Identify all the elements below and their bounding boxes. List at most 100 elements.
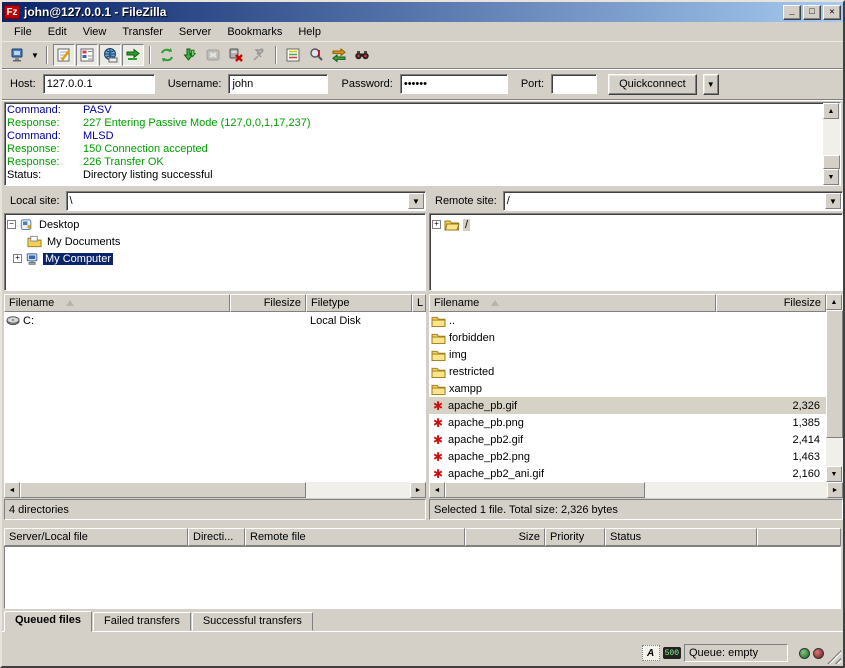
column-header-direction[interactable]: Directi...	[188, 528, 245, 546]
log-vertical-scrollbar[interactable]: ▲ ▼	[823, 103, 840, 185]
column-header-server-local-file[interactable]: Server/Local file	[4, 528, 188, 546]
menu-help[interactable]: Help	[290, 24, 329, 40]
scrollbar-track[interactable]	[306, 482, 410, 498]
remote-file-row[interactable]: xampp	[429, 380, 826, 397]
image-file-icon: ✱	[431, 451, 445, 463]
password-input[interactable]	[400, 74, 508, 94]
remote-file-row[interactable]: ✱apache_pb2_ani.gif2,160	[429, 465, 826, 482]
scroll-down-icon[interactable]: ▼	[826, 466, 842, 482]
refresh-button[interactable]	[156, 44, 178, 66]
menu-bookmarks[interactable]: Bookmarks	[219, 24, 290, 40]
menu-transfer[interactable]: Transfer	[114, 24, 171, 40]
expand-icon[interactable]: +	[432, 220, 441, 229]
remote-file-row[interactable]: ..	[429, 312, 826, 329]
column-header-filetype[interactable]: Filetype	[306, 294, 412, 312]
scrollbar-thumb[interactable]	[445, 482, 645, 498]
reconnect-button[interactable]	[248, 44, 270, 66]
port-input[interactable]	[551, 74, 597, 94]
host-input[interactable]	[43, 74, 155, 94]
scroll-right-icon[interactable]: ►	[827, 482, 843, 498]
column-header-priority[interactable]: Priority	[545, 528, 605, 546]
disconnect-icon	[228, 47, 244, 63]
local-horizontal-scrollbar[interactable]: ◄ ►	[4, 482, 426, 498]
process-queue-button[interactable]	[179, 44, 201, 66]
menu-file[interactable]: File	[6, 24, 40, 40]
expand-icon[interactable]: +	[13, 254, 22, 263]
synchronized-browsing-button[interactable]	[328, 44, 350, 66]
local-file-row[interactable]: C: Local Disk	[4, 312, 426, 329]
menu-edit[interactable]: Edit	[40, 24, 75, 40]
speed-limit-indicator-icon[interactable]: 500	[663, 647, 681, 659]
disconnect-button[interactable]	[225, 44, 247, 66]
maximize-button[interactable]: □	[803, 5, 821, 20]
scrollbar-thumb[interactable]	[826, 310, 843, 438]
remote-file-row[interactable]: ✱apache_pb2.png1,463	[429, 448, 826, 465]
remote-site-label: Remote site:	[429, 190, 503, 212]
scroll-up-icon[interactable]: ▲	[826, 294, 842, 310]
tree-item-my-computer[interactable]: + My Computer	[7, 250, 423, 267]
minimize-button[interactable]: _	[783, 5, 801, 20]
chevron-down-icon[interactable]: ▼	[825, 193, 841, 209]
username-input[interactable]	[228, 74, 328, 94]
close-button[interactable]: ✕	[823, 5, 841, 20]
scrollbar-thumb[interactable]	[823, 155, 840, 169]
queue-status-text: Queue: empty	[684, 644, 788, 662]
scroll-right-icon[interactable]: ►	[410, 482, 426, 498]
folder-icon	[431, 315, 446, 327]
scrollbar-track[interactable]	[823, 119, 840, 155]
column-header-last-modified[interactable]: L	[412, 294, 426, 312]
chevron-down-icon[interactable]: ▼	[408, 193, 424, 209]
column-header-filename[interactable]: Filename	[429, 294, 716, 312]
transfer-type-indicator-icon[interactable]: A	[642, 645, 660, 661]
remote-vertical-scrollbar[interactable]: ▲ ▼	[826, 294, 843, 482]
column-header-filesize[interactable]: Filesize	[230, 294, 306, 312]
remote-file-row[interactable]: ✱apache_pb2.gif2,414	[429, 431, 826, 448]
toggle-local-tree-button[interactable]	[76, 44, 98, 66]
directory-comparison-button[interactable]	[305, 44, 327, 66]
remote-file-row[interactable]: restricted	[429, 363, 826, 380]
folder-icon	[431, 349, 446, 361]
tree-item-root[interactable]: + /	[432, 216, 840, 233]
cancel-operation-button[interactable]	[202, 44, 224, 66]
scroll-up-icon[interactable]: ▲	[823, 103, 839, 119]
column-header-filename[interactable]: Filename	[4, 294, 230, 312]
filter-button[interactable]	[282, 44, 304, 66]
scrollbar-track[interactable]	[645, 482, 827, 498]
tree-item-desktop[interactable]: − Desktop	[7, 216, 423, 233]
column-header-filesize[interactable]: Filesize	[716, 294, 826, 312]
activity-indicator-green-icon	[799, 648, 810, 659]
scrollbar-track[interactable]	[826, 438, 843, 466]
column-header-status[interactable]: Status	[605, 528, 757, 546]
site-manager-dropdown[interactable]: ▼	[29, 44, 41, 66]
menu-view[interactable]: View	[75, 24, 115, 40]
toggle-remote-tree-button[interactable]	[99, 44, 121, 66]
local-site-combobox[interactable]: \ ▼	[66, 191, 426, 211]
remote-file-row[interactable]: ✱apache_pb.png1,385	[429, 414, 826, 431]
resize-grip[interactable]	[827, 650, 841, 664]
remote-site-combobox[interactable]: / ▼	[503, 191, 843, 211]
menu-server[interactable]: Server	[171, 24, 219, 40]
column-header-size[interactable]: Size	[465, 528, 545, 546]
quickconnect-button[interactable]: Quickconnect	[608, 74, 697, 95]
tab-queued-files[interactable]: Queued files	[4, 611, 92, 632]
scrollbar-thumb[interactable]	[20, 482, 306, 498]
collapse-icon[interactable]: −	[7, 220, 16, 229]
tab-successful-transfers[interactable]: Successful transfers	[192, 612, 313, 631]
remote-file-row[interactable]: img	[429, 346, 826, 363]
scroll-left-icon[interactable]: ◄	[429, 482, 445, 498]
column-header-remote-file[interactable]: Remote file	[245, 528, 465, 546]
site-manager-button[interactable]	[6, 44, 28, 66]
find-files-button[interactable]	[351, 44, 373, 66]
scroll-down-icon[interactable]: ▼	[823, 169, 839, 185]
toggle-message-log-button[interactable]	[53, 44, 75, 66]
tree-item-my-documents[interactable]: My Documents	[7, 233, 423, 250]
quickconnect-dropdown[interactable]: ▼	[703, 74, 719, 95]
remote-horizontal-scrollbar[interactable]: ◄ ►	[429, 482, 843, 498]
title-bar[interactable]: Fz john@127.0.0.1 - FileZilla _ □ ✕	[2, 2, 843, 22]
remote-file-row[interactable]: forbidden	[429, 329, 826, 346]
log-line: Response:227 Entering Passive Mode (127,…	[7, 117, 821, 130]
remote-file-row-selected[interactable]: ✱apache_pb.gif2,326	[429, 397, 826, 414]
scroll-left-icon[interactable]: ◄	[4, 482, 20, 498]
toggle-transfer-queue-button[interactable]	[122, 44, 144, 66]
tab-failed-transfers[interactable]: Failed transfers	[93, 612, 191, 631]
